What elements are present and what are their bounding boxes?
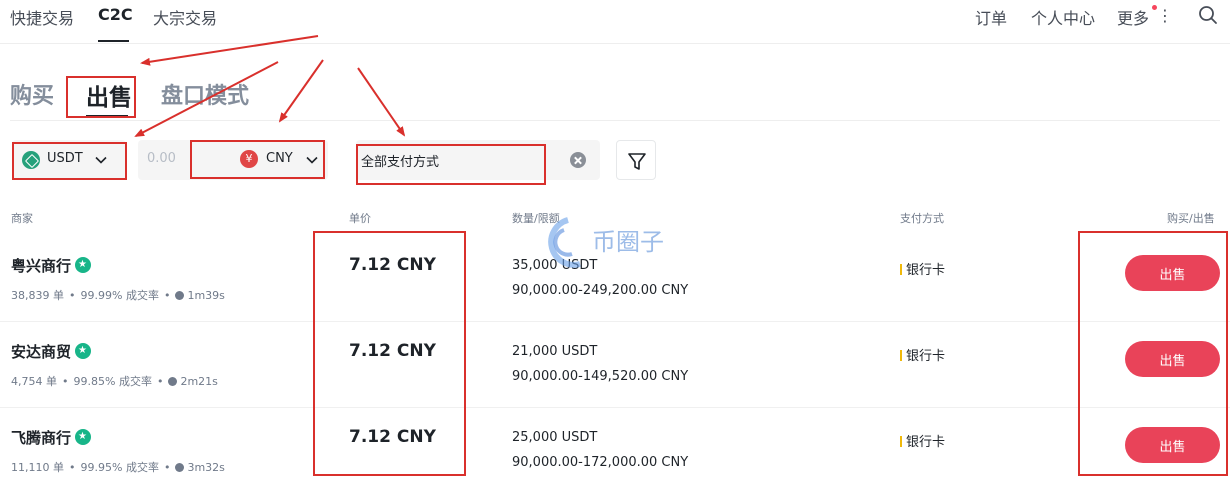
trade-limit: 90,000.00-249,200.00 CNY xyxy=(512,283,689,298)
verified-icon xyxy=(75,429,92,445)
nav-user-center[interactable]: 个人中心 xyxy=(1031,5,1095,29)
payment-method: 银行卡 xyxy=(900,259,945,278)
payment-method-value: 全部支付方式 xyxy=(361,155,440,170)
merchant-name[interactable]: 安达商贸 xyxy=(11,341,92,362)
arrow-to-payment xyxy=(357,67,406,137)
available-qty: 25,000 USDT xyxy=(512,430,598,445)
trade-limit: 90,000.00-172,000.00 CNY xyxy=(512,455,689,470)
nav-more[interactable]: 更多 xyxy=(1117,5,1149,29)
table-row: 飞腾商行 11,110 单•99.95% 成交率•3m32s 7.12 CNY … xyxy=(0,408,1230,479)
merchant-stats: 11,110 单 • 99.95% 成交率 • 3m32s xyxy=(11,461,225,474)
clock-icon xyxy=(168,377,178,386)
merchant-name[interactable]: 粤兴商行 xyxy=(11,255,92,276)
verified-icon xyxy=(75,343,92,359)
funnel-icon xyxy=(628,153,646,170)
verified-icon xyxy=(75,257,92,273)
nav-block-trade[interactable]: 大宗交易 xyxy=(153,5,217,29)
nav-c2c[interactable]: C2C xyxy=(98,5,133,24)
nav-active-underline xyxy=(98,40,129,42)
amount-placeholder: 0.00 xyxy=(147,151,176,166)
header-action: 购买/出售 xyxy=(1167,212,1215,225)
chevron-down-icon xyxy=(95,156,107,164)
available-qty: 21,000 USDT xyxy=(512,344,598,359)
clock-icon xyxy=(175,291,185,300)
header-merchant: 商家 xyxy=(11,212,33,225)
tab-orderbook-mode[interactable]: 盘口模式 xyxy=(161,78,249,110)
tab-buy[interactable]: 购买 xyxy=(10,78,54,110)
header-payment: 支付方式 xyxy=(900,212,944,225)
tab-active-underline xyxy=(86,115,128,118)
clear-icon[interactable] xyxy=(570,152,586,168)
watermark-text: 币圈子 xyxy=(592,228,664,256)
unit-price: 7.12 CNY xyxy=(349,255,436,275)
payment-method: 银行卡 xyxy=(900,345,945,364)
sell-button[interactable]: 出售 xyxy=(1125,427,1220,463)
payment-method-select[interactable]: 全部支付方式 xyxy=(356,140,600,180)
more-kebab-icon[interactable]: ⋮ xyxy=(1157,6,1173,25)
nav-quick-trade[interactable]: 快捷交易 xyxy=(10,5,74,29)
payment-method: 银行卡 xyxy=(900,431,945,450)
coin-select-value: USDT xyxy=(47,151,83,166)
unit-price: 7.12 CNY xyxy=(349,341,436,361)
trade-limit: 90,000.00-149,520.00 CNY xyxy=(512,369,689,384)
header-price: 单价 xyxy=(349,212,371,225)
filter-button[interactable] xyxy=(616,140,656,180)
payment-marker xyxy=(900,436,902,447)
top-nav: 快捷交易 C2C 大宗交易 订单 个人中心 更多 ⋮ xyxy=(0,0,1230,44)
search-icon[interactable] xyxy=(1197,4,1219,26)
payment-marker xyxy=(900,264,902,275)
usdt-icon xyxy=(22,151,40,169)
watermark-logo: 币圈子 xyxy=(538,212,688,272)
coin-select[interactable]: USDT xyxy=(12,140,126,180)
merchant-stats: 38,839 单 • 99.99% 成交率 • 1m39s xyxy=(11,289,225,302)
arrow-to-currency xyxy=(278,59,324,123)
sell-button[interactable]: 出售 xyxy=(1125,255,1220,291)
nav-orders[interactable]: 订单 xyxy=(975,5,1007,29)
payment-marker xyxy=(900,350,902,361)
table-row: 安达商贸 4,754 单•99.85% 成交率•2m21s 7.12 CNY 2… xyxy=(0,322,1230,408)
currency-select-value: CNY xyxy=(266,151,293,166)
merchant-stats: 4,754 单 • 99.85% 成交率 • 2m21s xyxy=(11,375,218,388)
clock-icon xyxy=(175,463,185,472)
unit-price: 7.12 CNY xyxy=(349,427,436,447)
currency-select[interactable]: CNY xyxy=(192,140,325,180)
tabs-divider xyxy=(10,120,1220,121)
chevron-down-icon xyxy=(306,156,318,164)
cny-currency-icon: ¥ xyxy=(240,150,258,168)
tab-sell[interactable]: 出售 xyxy=(86,78,132,112)
sell-button[interactable]: 出售 xyxy=(1125,341,1220,377)
merchant-name[interactable]: 飞腾商行 xyxy=(11,427,92,448)
